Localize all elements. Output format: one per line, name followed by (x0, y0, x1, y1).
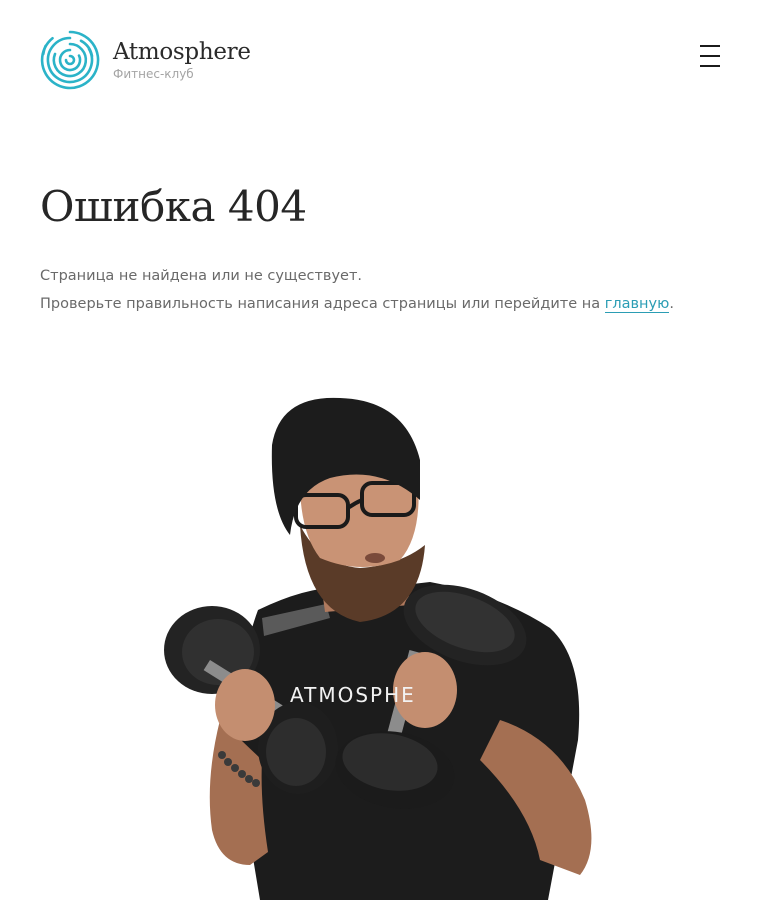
page: Atmosphere Фитнес-клуб Ошибка 404 Страни… (0, 0, 760, 900)
description-line-2-text: Проверьте правильность написания адреса … (40, 296, 605, 312)
description-line-1: Страница не найдена или не существует. (40, 268, 363, 284)
home-link[interactable]: главную (604, 296, 670, 313)
logo-name: Atmosphere (113, 39, 251, 65)
concentric-circles-logo-icon (40, 30, 100, 90)
error-description: Страница не найдена или не существует. П… (40, 262, 740, 318)
description-line-2: Проверьте правильность написания адреса … (40, 290, 740, 318)
menu-bar (700, 45, 720, 47)
site-header: Atmosphere Фитнес-клуб (0, 0, 760, 120)
hamburger-menu-icon[interactable] (697, 44, 723, 68)
menu-bar (700, 65, 720, 67)
logo-text: Atmosphere Фитнес-клуб (113, 39, 251, 81)
logo-subtitle: Фитнес-клуб (113, 67, 194, 81)
logo-link[interactable]: Atmosphere Фитнес-клуб (40, 30, 251, 90)
menu-bar (700, 55, 720, 57)
page-title: Ошибка 404 (40, 182, 307, 231)
man-with-dumbbells-illustration: ATMOSPHE (164, 397, 592, 900)
shirt-print-text: ATMOSPHE (290, 683, 416, 707)
description-line-2-end: . (669, 296, 674, 312)
hero-illustration: ATMOSPHE (0, 360, 760, 900)
